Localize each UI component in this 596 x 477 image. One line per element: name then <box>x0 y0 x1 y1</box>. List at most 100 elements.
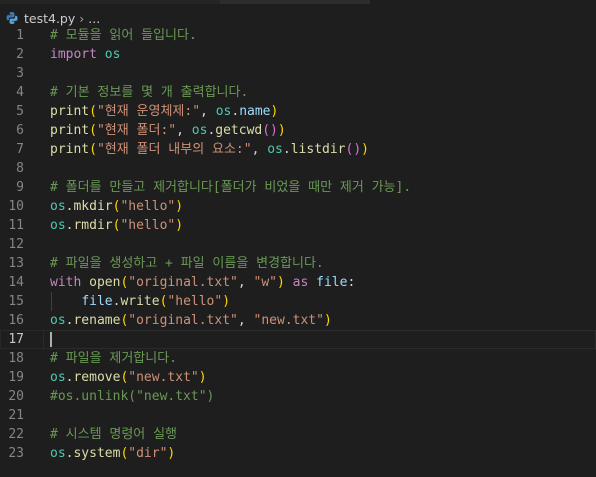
code-token: , <box>176 123 192 138</box>
code-text: # 시스템 명령어 실행 <box>50 425 596 444</box>
code-token: os <box>215 104 232 119</box>
text-cursor <box>50 332 52 347</box>
code-token: os <box>104 47 121 62</box>
tab-strip <box>0 0 220 4</box>
breadcrumb-file[interactable]: test4.py <box>24 11 75 26</box>
code-token: "original.txt" <box>128 313 238 328</box>
code-token: ) <box>277 123 286 138</box>
code-token: print <box>50 142 90 157</box>
code-editor[interactable]: test4.py › ... 1 # 모듈을 읽어 들입니다. 2 import os… <box>0 0 596 477</box>
code-token: #os.unlink("new.txt") <box>50 389 215 404</box>
code-token: "hello" <box>120 199 176 214</box>
code-token: ( <box>89 123 97 138</box>
code-token: os <box>50 218 66 233</box>
line-number: 4 <box>16 85 24 100</box>
line-number: 14 <box>8 275 24 290</box>
code-token: import <box>50 47 97 62</box>
code-line[interactable]: 19 os.remove("new.txt") <box>0 368 596 387</box>
code-line[interactable]: 13 # 파일을 생성하고 + 파일 이름을 변경합니다. <box>0 254 596 273</box>
code-token: ) <box>323 313 332 328</box>
breadcrumb-separator: › <box>79 10 85 26</box>
code-token: "현재 운영체제:" <box>96 104 201 119</box>
code-token: () <box>262 123 278 138</box>
code-line[interactable]: 2 import os <box>0 45 596 64</box>
code-token: rename <box>73 313 121 328</box>
code-token: "현재 폴더 내부의 요소:" <box>96 142 252 157</box>
code-line[interactable]: 15 file.write("hello") <box>0 292 596 311</box>
code-line[interactable]: 5 print("현재 운영체제:", os.name) <box>0 102 596 121</box>
code-token: ( <box>89 142 97 157</box>
breadcrumb: test4.py › ... <box>0 8 596 28</box>
code-token: name <box>239 104 271 119</box>
code-line[interactable]: 18 # 파일을 제거합니다. <box>0 349 596 368</box>
code-line[interactable]: 22 # 시스템 명령어 실행 <box>0 425 596 444</box>
line-number: 8 <box>16 161 24 176</box>
breadcrumb-more[interactable]: ... <box>88 11 100 26</box>
code-text: os.remove("new.txt") <box>50 368 596 387</box>
line-number: 19 <box>8 370 24 385</box>
line-number: 18 <box>8 351 24 366</box>
code-line[interactable]: 14 with open("original.txt", "w") as file… <box>0 273 596 292</box>
code-text: # 모듈을 읽어 들입니다. <box>50 26 596 45</box>
code-text: os.mkdir("hello") <box>50 197 596 216</box>
code-token: as <box>292 275 309 290</box>
line-number: 17 <box>8 332 24 347</box>
code-token: ) <box>277 275 285 290</box>
code-line[interactable]: 3 <box>0 64 596 83</box>
code-line[interactable]: 20 #os.unlink("new.txt") <box>0 387 596 406</box>
line-number: 5 <box>16 104 24 119</box>
code-token: rmdir <box>73 218 113 233</box>
code-line[interactable]: 6 print("현재 폴더:", os.getcwd()) <box>0 121 596 140</box>
code-token: print <box>50 123 90 138</box>
code-token: write <box>120 294 160 309</box>
code-text: # 파일을 제거합니다. <box>50 349 596 368</box>
code-text: import os <box>50 45 596 64</box>
code-text: os.system("dir") <box>50 444 596 463</box>
code-token: # 기본 정보를 몇 개 출력합니다. <box>50 85 249 100</box>
code-token: file <box>316 275 348 290</box>
code-token: . <box>231 104 240 119</box>
code-line[interactable]: 11 os.rmdir("hello") <box>0 216 596 235</box>
code-token: ) <box>175 218 184 233</box>
code-line[interactable]: 8 <box>0 159 596 178</box>
code-token: ( <box>89 104 97 119</box>
code-token: ) <box>270 104 279 119</box>
code-token: # 파일을 생성하고 + 파일 이름을 변경합니다. <box>50 256 324 271</box>
code-line[interactable]: 21 <box>0 406 596 425</box>
code-line[interactable]: 12 <box>0 235 596 254</box>
code-line[interactable]: 10 os.mkdir("hello") <box>0 197 596 216</box>
code-token: "w" <box>253 275 277 290</box>
code-token: getcwd <box>215 123 263 138</box>
code-line[interactable]: 17 <box>0 330 596 349</box>
code-line[interactable]: 9 # 폴더를 만들고 제거합니다[폴더가 비었을 때만 제거 가능]. <box>0 178 596 197</box>
code-line[interactable]: 7 print("현재 폴더 내부의 요소:", os.listdir()) <box>0 140 596 159</box>
code-token: , <box>200 104 216 119</box>
line-number: 9 <box>16 180 24 195</box>
code-token: , <box>237 275 254 290</box>
code-line[interactable]: 4 # 기본 정보를 몇 개 출력합니다. <box>0 83 596 102</box>
code-token: file <box>81 294 113 309</box>
code-token: ) <box>167 446 176 461</box>
code-lines[interactable]: 1 # 모듈을 읽어 들입니다. 2 import os 3 4 # 기본 정보를 몇 개 … <box>0 26 596 463</box>
code-text: print("현재 운영체제:", os.name) <box>50 102 596 121</box>
code-text: os.rename("original.txt", "new.txt") <box>50 311 596 330</box>
tab-bar <box>0 0 596 7</box>
code-token: with <box>50 275 82 290</box>
code-token: , <box>237 313 254 328</box>
code-token: ) <box>198 370 207 385</box>
code-token: "new.txt" <box>253 313 324 328</box>
code-line[interactable]: 16 os.rename("original.txt", "new.txt") <box>0 311 596 330</box>
code-line[interactable]: 23 os.system("dir") <box>0 444 596 463</box>
code-token: os <box>50 370 66 385</box>
code-token: print <box>50 104 90 119</box>
code-token: "hello" <box>167 294 223 309</box>
code-text: with open("original.txt", "w") as file: <box>50 273 596 292</box>
indent-guide <box>51 292 52 311</box>
code-token: "dir" <box>128 446 168 461</box>
code-line[interactable]: 1 # 모듈을 읽어 들입니다. <box>0 26 596 45</box>
code-token: remove <box>73 370 121 385</box>
line-number: 22 <box>8 427 24 442</box>
code-text: os.rmdir("hello") <box>50 216 596 235</box>
